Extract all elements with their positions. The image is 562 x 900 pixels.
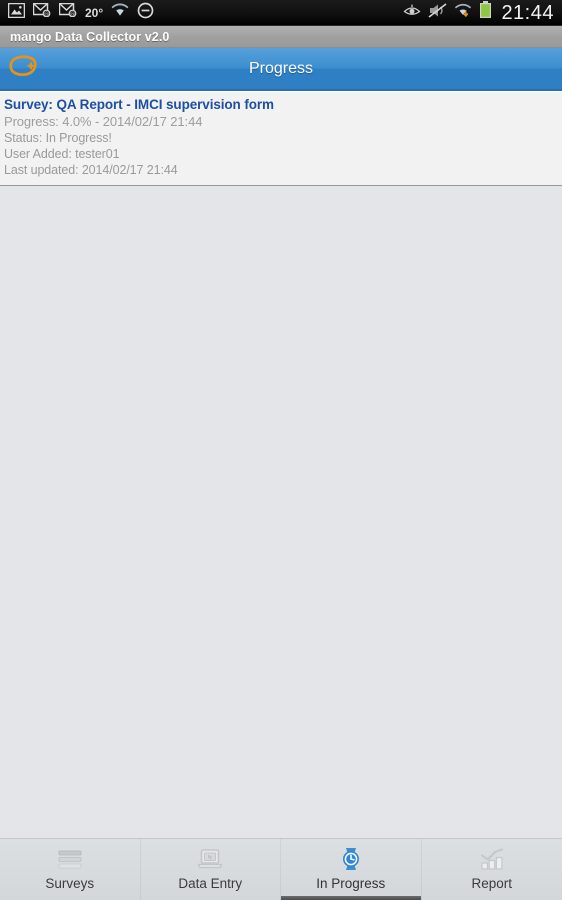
active-tab-indicator [281,896,421,900]
progress-list: Survey: QA Report - IMCI supervision for… [0,91,562,838]
app-title: mango Data Collector v2.0 [10,29,170,44]
mango-logo-icon [8,54,38,83]
watch-clock-icon [337,845,365,873]
sound-muted-icon [428,2,447,23]
laptop-icon [196,845,224,873]
action-bar: Progress [0,48,562,91]
status-bar-clock: 21:44 [501,1,554,24]
survey-status: Status: In Progress! [4,131,112,145]
tab-label-surveys: Surveys [45,876,95,891]
survey-user-added: User Added: tester01 [4,147,120,161]
tab-label-data-entry: Data Entry [178,876,243,891]
app-logo-button[interactable] [0,47,46,90]
page-title: Progress [248,59,314,77]
do-not-disturb-icon [137,2,154,24]
survey-last-updated: Last updated: 2014/02/17 21:44 [4,163,178,177]
survey-progress: Progress: 4.0% - 2014/02/17 21:44 [4,114,203,129]
battery-full-icon [479,1,492,24]
tab-in-progress[interactable]: In Progress [281,839,422,900]
svg-text:@: @ [44,11,49,17]
svg-text:@: @ [70,11,75,17]
list-item[interactable]: Survey: QA Report - IMCI supervision for… [0,91,562,186]
wifi-icon [111,3,129,22]
tab-label-report: Report [471,876,513,891]
email-at-icon: @ [32,2,51,22]
survey-title: Survey: QA Report - IMCI supervision for… [4,97,274,112]
smart-stay-eye-icon [403,4,421,22]
app-name-bar: mango Data Collector v2.0 [0,26,562,48]
bottom-tab-bar: Surveys Data Entry In Progress Report [0,838,562,900]
tab-report[interactable]: Report [422,839,562,900]
list-lines-icon [57,845,83,873]
wifi-download-icon [454,3,472,23]
tab-surveys[interactable]: Surveys [0,839,141,900]
status-bar-right-icons: 21:44 [403,1,556,24]
email-at-icon-2: @ [58,2,77,22]
tab-data-entry[interactable]: Data Entry [141,839,281,900]
app-root: @ @ 20° 21:44 mango Data Collector v2.0 … [0,0,562,900]
system-status-bar: @ @ 20° 21:44 [0,0,562,26]
status-bar-left-icons: @ @ 20° [7,2,154,24]
bar-chart-icon [478,845,506,873]
gallery-image-icon [7,2,26,23]
temperature-label: 20° [85,5,104,20]
tab-label-in-progress: In Progress [316,876,386,891]
